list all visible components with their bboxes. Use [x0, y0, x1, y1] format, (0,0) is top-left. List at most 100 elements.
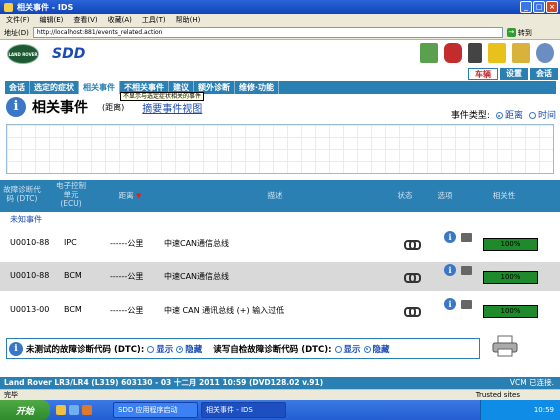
- address-toolbar: 地址(D) http://localhost:881/events_relate…: [0, 26, 560, 40]
- app-name: SDD: [52, 46, 86, 62]
- address-input[interactable]: http://localhost:881/events_related.acti…: [32, 27, 503, 38]
- menu-bar: 文件(F) 编辑(E) 查看(V) 收藏(A) 工具(T) 帮助(H): [0, 14, 560, 26]
- relevance-bar: 100%: [483, 238, 538, 251]
- radio-icon-selected: [363, 345, 371, 353]
- col-dtc[interactable]: 故障诊断代码 (DTC): [2, 185, 42, 203]
- quick-launch: [50, 405, 110, 415]
- quick-launch-icon[interactable]: [56, 405, 66, 415]
- start-button[interactable]: 开始: [0, 400, 50, 420]
- camera-icon[interactable]: [461, 233, 472, 242]
- info-icon: i: [6, 97, 26, 117]
- event-timeline[interactable]: [6, 124, 554, 174]
- event-type-selector: 事件类型: 距离 时间: [451, 108, 556, 121]
- summary-view-link[interactable]: 摘要事件视图: [142, 100, 202, 115]
- tab-session[interactable]: 会话: [530, 68, 558, 80]
- col-description[interactable]: 描述: [240, 191, 310, 200]
- description-cell: 中速 CAN 通讯总线 (+) 输入过低: [164, 306, 285, 315]
- quick-launch-icon[interactable]: [82, 405, 92, 415]
- chain-link-icon: [404, 307, 421, 317]
- col-ecu[interactable]: 电子控制单元 (ECU): [56, 181, 86, 208]
- table-row[interactable]: U0013-00 BCM ------公里 中速 CAN 通讯总线 (+) 输入…: [0, 296, 560, 325]
- radio-icon-selected: [176, 345, 184, 353]
- vehicle-icon[interactable]: [420, 43, 438, 63]
- taskbar-item[interactable]: SDD 应用程序启动: [113, 402, 198, 418]
- table-header: 故障诊断代码 (DTC) 电子控制单元 (ECU) 距离 ▼ 描述 状态 选项 …: [0, 180, 560, 212]
- menu-view[interactable]: 查看(V): [73, 15, 97, 25]
- tab-related-events[interactable]: 相关事件: [79, 81, 120, 94]
- radio-distance[interactable]: 距离: [495, 108, 523, 121]
- tab-repair-functions[interactable]: 维修·功能: [235, 81, 280, 94]
- info-icon[interactable]: i: [444, 231, 456, 243]
- vehicle-info: Land Rover LR3/LR4 (L319) 603130 - 03 十二…: [4, 378, 324, 387]
- self-test-show-radio[interactable]: 显示: [334, 343, 361, 355]
- menu-help[interactable]: 帮助(H): [176, 15, 201, 25]
- self-test-dtc-label: 读写自检故障诊断代码 (DTC):: [213, 344, 332, 355]
- vcm-status: VCM 已连接.: [509, 378, 554, 387]
- tab-vehicle[interactable]: 车辆: [468, 68, 498, 80]
- dtc-cell: U0013-00: [10, 305, 50, 314]
- ie-icon: [4, 2, 13, 12]
- quick-launch-icon[interactable]: [69, 405, 79, 415]
- page-title: 相关事件: [32, 100, 88, 116]
- radio-time[interactable]: 时间: [528, 108, 556, 121]
- wrench-icon[interactable]: [512, 43, 530, 63]
- menu-favorites[interactable]: 收藏(A): [108, 15, 132, 25]
- dtc-cell: U0010-88: [10, 238, 50, 247]
- menu-file[interactable]: 文件(F): [6, 15, 30, 25]
- tools-icon[interactable]: [488, 43, 506, 63]
- distance-cell: ------公里: [110, 239, 144, 248]
- relevance-bar: 100%: [483, 271, 538, 284]
- table-row[interactable]: U0010-88 IPC ------公里 中速CAN通信总线 i 100%: [0, 229, 560, 258]
- tab-session-main[interactable]: 会话: [5, 81, 30, 94]
- untested-hide-radio[interactable]: 隐藏: [176, 343, 202, 355]
- untested-dtc-label: 未测试的故障诊断代码 (DTC):: [26, 344, 145, 355]
- address-label: 地址(D): [4, 28, 29, 37]
- clock: 10:59: [533, 406, 554, 414]
- maximize-button[interactable]: □: [533, 1, 545, 13]
- sort-desc-icon: ▼: [136, 192, 142, 200]
- camera-icon[interactable]: [461, 266, 472, 275]
- chain-link-icon: [404, 240, 421, 250]
- dtc-cell: U0010-88: [10, 271, 50, 280]
- menu-edit[interactable]: 编辑(E): [40, 15, 64, 25]
- col-options[interactable]: 选项: [430, 191, 460, 200]
- exit-icon[interactable]: [536, 43, 554, 63]
- taskbar-item-active[interactable]: 相关事件 - IDS: [201, 402, 286, 418]
- event-type-label: 事件类型:: [450, 111, 490, 121]
- taskbar: 开始 SDD 应用程序启动 相关事件 - IDS 10:59: [0, 400, 560, 420]
- relevance-bar: 100%: [483, 305, 538, 318]
- info-icon[interactable]: i: [444, 264, 456, 276]
- go-button[interactable]: → 转到: [506, 28, 532, 38]
- info-icon: i: [9, 341, 23, 356]
- group-label: 未知事件: [10, 215, 42, 224]
- menu-tools[interactable]: 工具(T): [142, 15, 166, 25]
- camera-icon[interactable]: [461, 300, 472, 309]
- close-button[interactable]: ×: [546, 1, 558, 13]
- battery-icon[interactable]: [468, 43, 482, 63]
- minimize-button[interactable]: _: [520, 1, 532, 13]
- radio-icon: [528, 112, 536, 119]
- ecu-cell: IPC: [64, 238, 77, 247]
- system-tray: 10:59: [480, 400, 560, 420]
- untested-show-radio[interactable]: 显示: [147, 343, 173, 355]
- col-distance[interactable]: 距离 ▼: [110, 191, 150, 201]
- table-row[interactable]: U0010-88 BCM ------公里 中速CAN通信总线 i 100%: [0, 262, 560, 291]
- chain-link-icon: [404, 273, 421, 283]
- radio-icon: [147, 345, 155, 353]
- description-cell: 中速CAN通信总线: [164, 272, 230, 281]
- tab-settings[interactable]: 设置: [500, 68, 528, 80]
- description-cell: 中速CAN通信总线: [164, 239, 230, 248]
- browser-status-bar: 完毕 Trusted sites: [0, 389, 560, 400]
- distance-label: (距离): [102, 102, 125, 112]
- top-right-tabs: 车辆 设置 会话: [468, 68, 558, 80]
- info-icon[interactable]: i: [444, 298, 456, 310]
- app-header: LAND ROVER SDD: [0, 41, 560, 67]
- radio-icon: [334, 345, 342, 353]
- tooltip: 不显示与选定症状相关的事件: [120, 92, 205, 101]
- col-status[interactable]: 状态: [390, 191, 420, 200]
- vci-icon[interactable]: [444, 43, 462, 63]
- col-relevance[interactable]: 相关性: [484, 191, 524, 200]
- printer-icon[interactable]: [492, 335, 518, 357]
- self-test-hide-radio[interactable]: 隐藏: [363, 343, 390, 355]
- tab-selected-symptoms[interactable]: 选定的症状: [30, 81, 79, 94]
